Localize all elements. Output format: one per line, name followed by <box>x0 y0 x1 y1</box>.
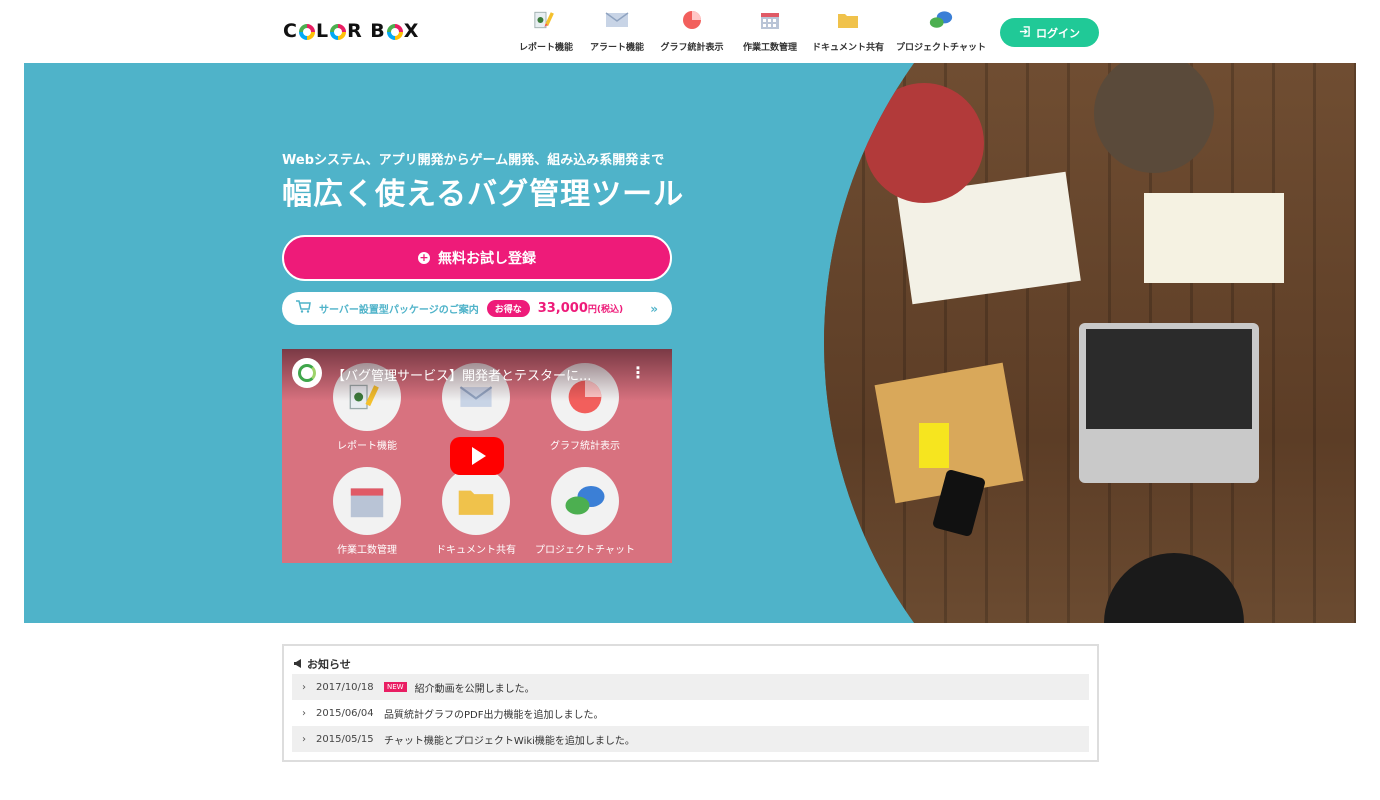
news-date: 2017/10/18 <box>316 681 374 693</box>
folder-icon <box>836 8 860 32</box>
news-text: チャット機能とプロジェクトWiki機能を追加しました。 <box>384 735 635 747</box>
nav-item-workload[interactable]: 作業工数管理 <box>725 8 815 53</box>
play-button[interactable] <box>450 437 504 475</box>
logo[interactable]: CLR BX <box>283 20 419 42</box>
envelope-icon <box>605 8 629 32</box>
site-header: CLR BX レポート機能 アラート機能 グラフ統計表示 作業工数管理 ドキュメ… <box>0 0 1380 63</box>
video-feature-label: プロジェクトチャット <box>535 545 635 556</box>
news-date: 2015/05/15 <box>316 733 374 745</box>
news-text: 品質統計グラフのPDF出力機能を追加しました。 <box>384 709 604 721</box>
pie-chart-icon <box>680 8 704 32</box>
hero-section: Webシステム、アプリ開発からゲーム開発、組み込み系開発まで 幅広く使えるバグ管… <box>24 63 1356 623</box>
package-link[interactable]: サーバー設置型パッケージのご案内 お得な 33,000円(税込) » <box>282 292 672 325</box>
nav-label: プロジェクトチャット <box>896 43 986 53</box>
folder-icon <box>442 467 510 535</box>
plus-icon: + <box>418 251 430 264</box>
news-item[interactable]: › 2015/06/04 品質統計グラフのPDF出力機能を追加しました。 <box>292 700 1089 726</box>
news-date: 2015/06/04 <box>316 707 374 719</box>
login-icon <box>1019 25 1030 40</box>
login-label: ログイン <box>1036 27 1080 40</box>
chat-bubbles-icon <box>551 467 619 535</box>
video-feature-label: レポート機能 <box>337 441 397 452</box>
megaphone-icon <box>294 658 303 671</box>
nav-label: 作業工数管理 <box>742 43 797 53</box>
calendar-icon <box>333 467 401 535</box>
nav-label: レポート機能 <box>518 43 573 53</box>
news-heading: お知らせ <box>292 654 1089 674</box>
video-feature-documents: ドキュメント共有 <box>436 467 516 556</box>
video-feature-label: ドキュメント共有 <box>436 545 516 556</box>
news-panel: お知らせ › 2017/10/18 NEW 紹介動画を公開しました。 › 201… <box>282 644 1099 762</box>
chevron-right-icon: › <box>302 707 306 719</box>
video-feature-workload: 作業工数管理 <box>332 467 402 556</box>
video-feature-label: 作業工数管理 <box>337 545 397 556</box>
video-feature-label: グラフ統計表示 <box>550 441 620 452</box>
nav-item-documents[interactable]: ドキュメント共有 <box>803 8 893 53</box>
free-trial-button[interactable]: + 無料お試し登録 <box>282 235 672 281</box>
nav-label: ドキュメント共有 <box>811 43 884 53</box>
hero-title: 幅広く使えるバグ管理ツール <box>282 177 685 212</box>
chat-bubbles-icon <box>929 8 953 32</box>
nav-label: アラート機能 <box>589 43 644 53</box>
double-chevron-right-icon: » <box>650 301 658 316</box>
deal-badge: お得な <box>486 300 530 317</box>
video-title[interactable]: 【バグ管理サービス】開発者とテスターに... <box>332 365 591 384</box>
package-price: 33,000円(税込) <box>537 301 624 316</box>
video-player[interactable]: レポート機能 ア グラフ統計表示 作業工数管理 ドキュメント共有 プロジェクトチ… <box>282 349 672 563</box>
more-vert-icon[interactable]: ⋮ <box>630 363 646 382</box>
hero-subtitle: Webシステム、アプリ開発からゲーム開発、組み込み系開発まで <box>282 153 665 168</box>
chevron-right-icon: › <box>302 681 306 693</box>
nav-item-graph[interactable]: グラフ統計表示 <box>647 8 737 53</box>
news-text: 紹介動画を公開しました。 <box>414 683 535 695</box>
nav-label: グラフ統計表示 <box>660 43 724 53</box>
new-badge: NEW <box>384 682 407 692</box>
hero-photo <box>824 63 1356 623</box>
chevron-right-icon: › <box>302 733 306 745</box>
package-text: サーバー設置型パッケージのご案内 <box>319 305 479 316</box>
cart-icon <box>296 300 311 317</box>
bug-report-icon <box>534 8 558 32</box>
play-icon <box>471 447 486 465</box>
login-button[interactable]: ログイン <box>1000 18 1099 47</box>
news-item[interactable]: › 2017/10/18 NEW 紹介動画を公開しました。 <box>292 674 1089 700</box>
news-item[interactable]: › 2015/05/15 チャット機能とプロジェクトWiki機能を追加しました。 <box>292 726 1089 752</box>
free-trial-label: 無料お試し登録 <box>438 251 536 267</box>
nav-item-chat[interactable]: プロジェクトチャット <box>896 8 986 53</box>
calendar-icon <box>758 8 782 32</box>
channel-avatar[interactable] <box>292 358 322 388</box>
video-feature-chat: プロジェクトチャット <box>535 467 635 556</box>
